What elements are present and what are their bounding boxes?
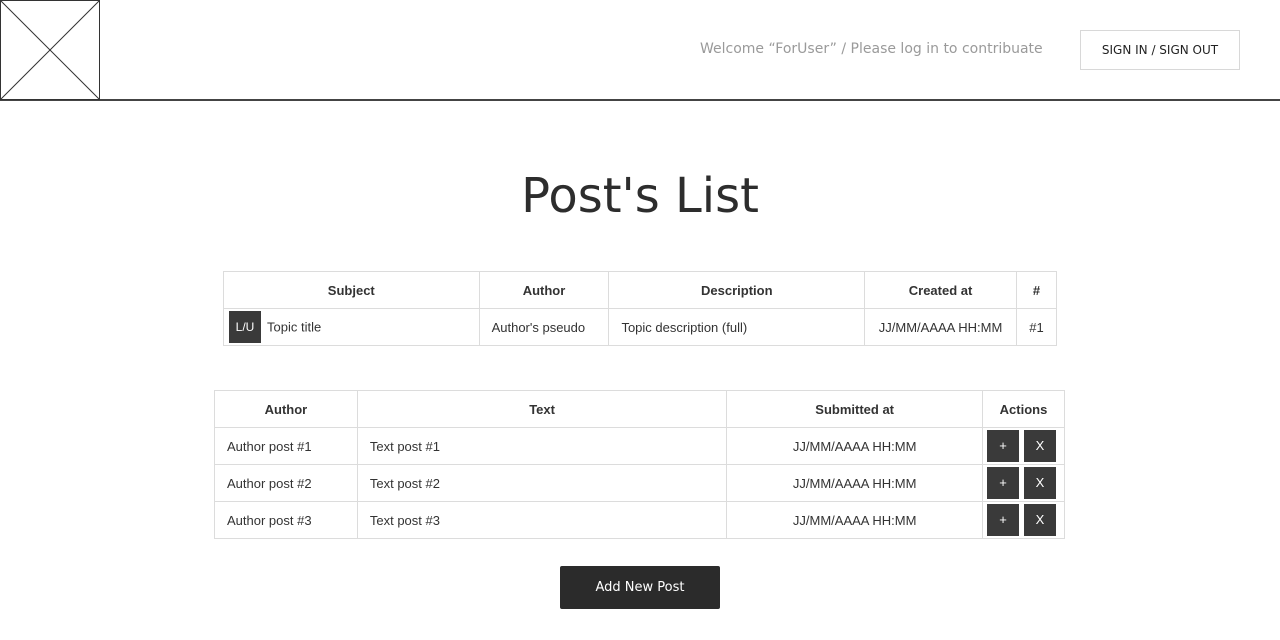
header-post-text: Text — [356, 390, 728, 428]
welcome-message: Welcome “ForUser” / Please log in to con… — [700, 41, 1043, 57]
post-author: Author post #3 — [214, 501, 358, 539]
post-submitted-at: JJ/MM/AAAA HH:MM — [726, 464, 983, 502]
header-submitted-at: Submitted at — [726, 390, 983, 428]
topic-number: #1 — [1015, 308, 1058, 346]
logo-placeholder-icon[interactable] — [0, 0, 100, 100]
header-description: Description — [608, 271, 866, 309]
topic-table-header-row: Subject Author Description Created at # — [223, 271, 1058, 309]
posts-table-header-row: Author Text Submitted at Actions — [214, 390, 1065, 428]
topic-author: Author's pseudo — [478, 308, 610, 346]
sign-in-out-button[interactable]: SIGN IN / SIGN OUT — [1080, 30, 1240, 70]
post-actions: + X — [982, 427, 1065, 465]
topic-subject-cell: L/U Topic title — [223, 308, 480, 346]
lock-unlock-badge[interactable]: L/U — [229, 311, 261, 343]
add-reply-button[interactable]: + — [987, 430, 1019, 462]
delete-post-button[interactable]: X — [1024, 467, 1056, 499]
page-title: Post's List — [521, 168, 759, 224]
header-author: Author — [478, 271, 610, 309]
header: Welcome “ForUser” / Please log in to con… — [0, 0, 1280, 101]
posts-table: Author Text Submitted at Actions Author … — [214, 390, 1065, 539]
delete-post-button[interactable]: X — [1024, 430, 1056, 462]
post-submitted-at: JJ/MM/AAAA HH:MM — [726, 501, 983, 539]
post-author: Author post #2 — [214, 464, 358, 502]
post-actions: + X — [982, 464, 1065, 502]
table-row: Author post #1 Text post #1 JJ/MM/AAAA H… — [214, 427, 1065, 465]
post-text: Text post #3 — [356, 501, 728, 539]
topic-table: Subject Author Description Created at # … — [223, 271, 1058, 346]
add-reply-button[interactable]: + — [987, 467, 1019, 499]
add-new-post-button[interactable]: Add New Post — [560, 566, 720, 609]
header-number: # — [1015, 271, 1058, 309]
table-row: Author post #3 Text post #3 JJ/MM/AAAA H… — [214, 501, 1065, 539]
header-created-at: Created at — [864, 271, 1017, 309]
table-row: Author post #2 Text post #2 JJ/MM/AAAA H… — [214, 464, 1065, 502]
post-text: Text post #1 — [356, 427, 728, 465]
topic-created-at: JJ/MM/AAAA HH:MM — [864, 308, 1017, 346]
header-post-author: Author — [214, 390, 358, 428]
topic-row: L/U Topic title Author's pseudo Topic des… — [223, 308, 1058, 346]
header-actions: Actions — [982, 390, 1065, 428]
topic-description: Topic description (full) — [608, 308, 866, 346]
post-actions: + X — [982, 501, 1065, 539]
post-author: Author post #1 — [214, 427, 358, 465]
post-submitted-at: JJ/MM/AAAA HH:MM — [726, 427, 983, 465]
post-text: Text post #2 — [356, 464, 728, 502]
delete-post-button[interactable]: X — [1024, 504, 1056, 536]
add-reply-button[interactable]: + — [987, 504, 1019, 536]
topic-title: Topic title — [267, 319, 322, 335]
header-subject: Subject — [223, 271, 480, 309]
